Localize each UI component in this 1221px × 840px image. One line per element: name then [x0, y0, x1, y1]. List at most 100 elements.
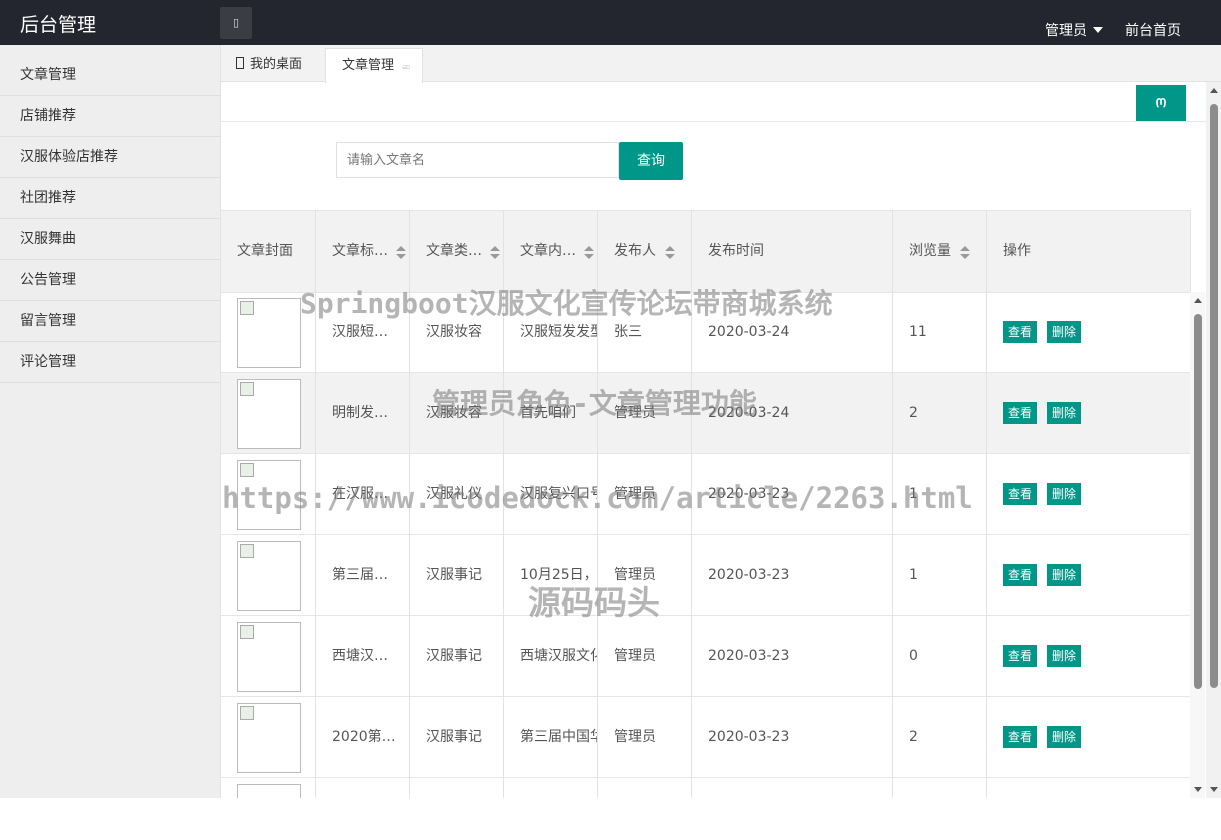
row-author: 管理员: [598, 697, 692, 778]
scroll-up-icon[interactable]: [1194, 298, 1202, 303]
row-category: 汉服礼仪: [410, 454, 504, 535]
menu-toggle-button[interactable]: ▯: [220, 7, 252, 39]
scroll-down-icon[interactable]: [1194, 787, 1202, 792]
row-views: 2: [893, 373, 987, 454]
close-icon[interactable]: ဆ: [402, 62, 411, 72]
table-scrollbar[interactable]: [1190, 292, 1205, 798]
row-views: 11: [893, 292, 987, 373]
view-button[interactable]: 查看: [1003, 483, 1038, 505]
table-row: 第三届… 汉服事记 10月25日， 管理员 2020-03-23 1 查看 删除: [221, 535, 1191, 616]
row-date: 2020-03-23: [692, 535, 893, 616]
row-actions: 查看 删除: [987, 454, 1191, 535]
row-category: 汉服妆容: [410, 292, 504, 373]
tab-my-desktop[interactable]: 我的桌面: [221, 48, 317, 82]
view-button[interactable]: 查看: [1003, 321, 1038, 343]
sidebar-item-dance-music[interactable]: 汉服舞曲: [0, 219, 220, 260]
col-content-label: 文章内…: [520, 243, 576, 259]
frontend-home-link[interactable]: 前台首页: [1125, 20, 1181, 40]
table-row: 汉服短… 汉服妆容 汉服短发发型 张三 2020-03-24 11 查看 删除: [221, 292, 1191, 373]
delete-button[interactable]: 删除: [1047, 483, 1082, 505]
delete-button[interactable]: 删除: [1047, 564, 1082, 586]
sidebar-item-clubs[interactable]: 社团推荐: [0, 178, 220, 219]
sidebar-item-articles[interactable]: 文章管理: [0, 45, 220, 96]
cover-image: [237, 541, 301, 611]
refresh-button[interactable]: Ო: [1136, 85, 1186, 121]
sort-icon[interactable]: [960, 246, 970, 259]
table-row: 明制发… 汉服妆容 首先咱们 管理员 2020-03-24 2 查看 删除: [221, 373, 1191, 454]
row-content: 汉服复兴口号: [504, 454, 598, 535]
scrollbar-thumb[interactable]: [1194, 314, 1202, 689]
view-button[interactable]: 查看: [1003, 645, 1038, 667]
row-cover-cell: [221, 616, 316, 697]
row-cell: [692, 778, 893, 798]
admin-dropdown[interactable]: 管理员: [1045, 20, 1103, 40]
col-author-label: 发布人: [614, 243, 656, 259]
broken-image-icon: [240, 301, 254, 315]
row-author: 管理员: [598, 535, 692, 616]
row-cover-cell: [221, 292, 316, 373]
row-content: 西塘汉服文化: [504, 616, 598, 697]
delete-button[interactable]: 删除: [1047, 726, 1082, 748]
home-icon: [236, 57, 244, 69]
row-cover-cell: [221, 454, 316, 535]
scrollbar-thumb[interactable]: [1210, 104, 1218, 688]
col-views[interactable]: 浏览量: [893, 211, 987, 292]
row-cell: [598, 778, 692, 798]
row-cover-cell: [221, 373, 316, 454]
sort-icon[interactable]: [490, 246, 500, 259]
sort-icon[interactable]: [396, 246, 406, 259]
row-actions: 查看 删除: [987, 535, 1191, 616]
col-views-label: 浏览量: [909, 243, 951, 259]
col-content[interactable]: 文章内…: [504, 211, 598, 292]
table-row: 西塘汉… 汉服事记 西塘汉服文化 管理员 2020-03-23 0 查看 删除: [221, 616, 1191, 697]
sidebar-item-shops[interactable]: 店铺推荐: [0, 96, 220, 137]
row-title: 明制发…: [316, 373, 410, 454]
broken-image-icon: [240, 706, 254, 720]
row-cell: [316, 778, 410, 798]
app-logo: 后台管理: [20, 14, 97, 36]
page-scrollbar[interactable]: [1206, 82, 1221, 798]
search-button[interactable]: 查询: [619, 142, 683, 180]
col-title[interactable]: 文章标…: [316, 211, 410, 292]
cover-image: [237, 298, 301, 368]
row-cover-cell: [221, 697, 316, 778]
tab-article-management[interactable]: 文章管理 ဆ: [325, 48, 423, 83]
view-button[interactable]: 查看: [1003, 564, 1038, 586]
sidebar-item-experience-stores[interactable]: 汉服体验店推荐: [0, 137, 220, 178]
col-category[interactable]: 文章类…: [410, 211, 504, 292]
sort-icon[interactable]: [665, 246, 675, 259]
delete-button[interactable]: 删除: [1047, 402, 1082, 424]
row-author: 管理员: [598, 373, 692, 454]
delete-button[interactable]: 删除: [1047, 645, 1082, 667]
cover-image: [237, 379, 301, 449]
row-date: 2020-03-23: [692, 616, 893, 697]
view-button[interactable]: 查看: [1003, 402, 1038, 424]
col-author[interactable]: 发布人: [598, 211, 692, 292]
toolbar: Ო: [221, 82, 1206, 122]
view-button[interactable]: 查看: [1003, 726, 1038, 748]
tab-active-label: 文章管理: [342, 58, 395, 73]
row-date: 2020-03-24: [692, 373, 893, 454]
sidebar-item-messages[interactable]: 留言管理: [0, 301, 220, 342]
sort-icon[interactable]: [584, 246, 594, 259]
article-search-input[interactable]: 请输入文章名: [336, 142, 619, 178]
delete-button[interactable]: 删除: [1047, 321, 1082, 343]
sidebar-item-comments[interactable]: 评论管理: [0, 342, 220, 383]
scroll-up-icon[interactable]: [1210, 88, 1218, 93]
sidebar-item-notices[interactable]: 公告管理: [0, 260, 220, 301]
col-cover: 文章封面: [221, 211, 316, 292]
admin-label: 管理员: [1045, 22, 1087, 39]
row-date: 2020-03-23: [692, 454, 893, 535]
refresh-icon: Ო: [1155, 96, 1167, 110]
row-content: 10月25日，: [504, 535, 598, 616]
article-table: 文章封面 文章标… 文章类… 文章内… 发布人 发布时间 浏览量 操作 汉服短……: [221, 210, 1206, 798]
row-author: 张三: [598, 292, 692, 373]
scroll-down-icon[interactable]: [1210, 787, 1218, 792]
cover-image: [237, 703, 301, 773]
top-header: 后台管理 ▯ 管理员 前台首页: [0, 0, 1221, 45]
row-cell: [893, 778, 987, 798]
row-content: 第三届中国华: [504, 697, 598, 778]
broken-image-icon: [240, 625, 254, 639]
table-row: [221, 778, 1191, 798]
cover-image: [237, 460, 301, 530]
